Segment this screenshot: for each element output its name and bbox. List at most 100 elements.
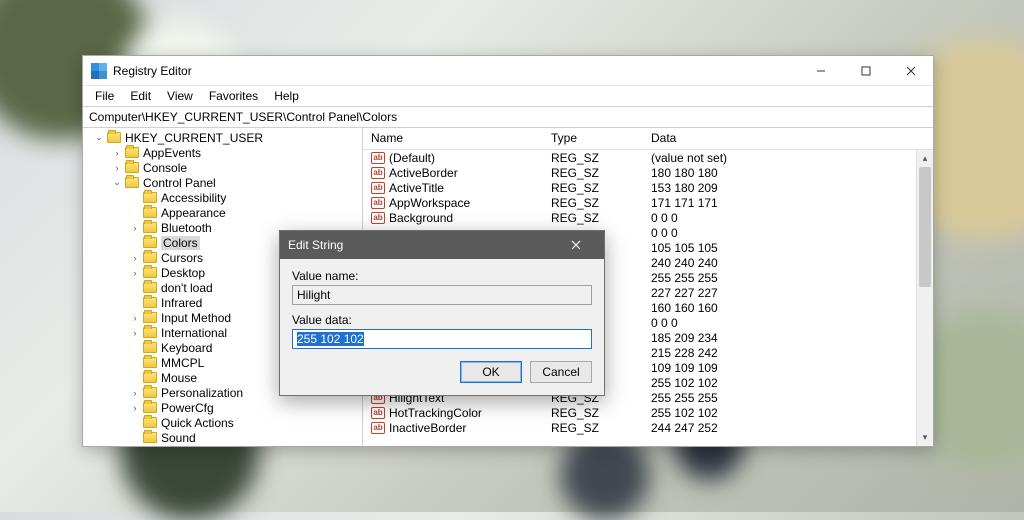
tree-item-label: Control Panel [143,176,216,190]
folder-icon [143,402,157,413]
tree-item-label: Console [143,161,187,175]
edit-string-dialog: Edit String Value name: Value data: 255 … [279,230,605,396]
value-data-cell: 185 209 234 [643,331,933,345]
ok-button[interactable]: OK [460,361,522,383]
tree-item[interactable]: Sound [87,430,362,445]
value-name-input[interactable] [292,285,592,305]
tree-item[interactable]: Accessibility [87,190,362,205]
scroll-up-button[interactable]: ▴ [917,150,933,167]
list-row[interactable]: ab(Default)REG_SZ(value not set) [363,150,933,165]
cancel-button[interactable]: Cancel [530,361,592,383]
string-value-icon: ab [371,407,385,419]
value-data-label: Value data: [292,313,592,327]
tree-item-label: Accessibility [161,191,226,205]
scroll-down-button[interactable]: ▾ [917,429,933,446]
menu-view[interactable]: View [159,87,201,105]
value-data-cell: 160 160 160 [643,301,933,315]
scroll-track[interactable] [917,167,933,429]
tree-item-label: Personalization [161,386,243,400]
menu-favorites[interactable]: Favorites [201,87,266,105]
folder-icon [143,297,157,308]
scroll-thumb[interactable] [919,167,931,287]
chevron-right-icon[interactable]: › [129,252,141,264]
value-data-cell: 153 180 209 [643,181,933,195]
tree-item-label: PowerCfg [161,401,214,415]
folder-icon [143,312,157,323]
value-data-cell: 255 255 255 [643,271,933,285]
col-header-type[interactable]: Type [543,128,643,149]
list-row[interactable]: abActiveBorderREG_SZ180 180 180 [363,165,933,180]
list-row[interactable]: abBackgroundREG_SZ0 0 0 [363,210,933,225]
string-value-icon: ab [371,182,385,194]
chevron-right-icon[interactable]: › [129,327,141,339]
list-row[interactable]: abHotTrackingColorREG_SZ255 102 102 [363,405,933,420]
tree-item-label: Appearance [161,206,226,220]
value-name-cell: ab HotTrackingColor [363,406,543,420]
chevron-down-icon[interactable]: ⌄ [93,132,105,144]
value-name-cell: abBackground [363,211,543,225]
folder-icon [143,387,157,398]
tree-item-label: Cursors [161,251,203,265]
value-data-cell: 105 105 105 [643,241,933,255]
value-data-cell: 171 171 171 [643,196,933,210]
value-data-input[interactable]: 255 102 102 [292,329,592,349]
menu-file[interactable]: File [87,87,122,105]
chevron-right-icon[interactable]: › [129,387,141,399]
chevron-right-icon[interactable]: › [129,402,141,414]
chevron-right-icon[interactable]: › [129,222,141,234]
address-bar[interactable]: Computer\HKEY_CURRENT_USER\Control Panel… [83,106,933,128]
string-value-icon: ab [371,197,385,209]
dialog-close-button[interactable] [556,234,596,256]
dialog-titlebar[interactable]: Edit String [280,231,604,259]
value-type-cell: REG_SZ [543,421,643,435]
folder-icon [125,162,139,173]
string-value-icon: ab [371,167,385,179]
chevron-right-icon[interactable]: › [111,162,123,174]
value-name-cell: abInactiveBorder [363,421,543,435]
value-data-cell: 0 0 0 [643,226,933,240]
address-path: Computer\HKEY_CURRENT_USER\Control Panel… [89,110,397,124]
string-value-icon: ab [371,152,385,164]
tree-item[interactable]: Appearance [87,205,362,220]
value-data-cell: 227 227 227 [643,286,933,300]
menubar: File Edit View Favorites Help [83,86,933,106]
folder-icon [107,132,121,143]
titlebar[interactable]: Registry Editor [83,56,933,86]
col-header-data[interactable]: Data [643,128,933,149]
value-data-cell: 0 0 0 [643,316,933,330]
maximize-button[interactable] [843,56,888,85]
chevron-right-icon[interactable]: › [129,267,141,279]
list-header[interactable]: Name Type Data [363,128,933,150]
menu-edit[interactable]: Edit [122,87,159,105]
tree-item-label: Bluetooth [161,221,212,235]
value-type-cell: REG_SZ [543,211,643,225]
value-name-cell: abAppWorkspace [363,196,543,210]
col-header-name[interactable]: Name [363,128,543,149]
tree-item[interactable]: › Console [87,160,362,175]
tree-item[interactable]: › PowerCfg [87,400,362,415]
vertical-scrollbar[interactable]: ▴ ▾ [916,150,933,446]
string-value-icon: ab [371,422,385,434]
minimize-button[interactable] [798,56,843,85]
folder-icon [143,417,157,428]
list-row[interactable]: abAppWorkspaceREG_SZ171 171 171 [363,195,933,210]
chevron-right-icon[interactable]: › [129,312,141,324]
menu-help[interactable]: Help [266,87,307,105]
folder-icon [143,192,157,203]
string-value-icon: ab [371,212,385,224]
value-data-cell: (value not set) [643,151,933,165]
value-type-cell: REG_SZ [543,181,643,195]
close-button[interactable] [888,56,933,85]
value-name-cell: ab(Default) [363,151,543,165]
value-name-text: HotTrackingColor [389,406,482,420]
tree-item[interactable]: ⌄ Control Panel [87,175,362,190]
window-title: Registry Editor [113,64,798,78]
tree-item[interactable]: ⌄HKEY_CURRENT_USER [87,130,362,145]
value-type-cell: REG_SZ [543,406,643,420]
chevron-down-icon[interactable]: ⌄ [111,177,123,189]
tree-item[interactable]: Quick Actions [87,415,362,430]
tree-item[interactable]: ›AppEvents [87,145,362,160]
list-row[interactable]: abInactiveBorderREG_SZ244 247 252 [363,420,933,435]
chevron-right-icon[interactable]: › [111,147,123,159]
list-row[interactable]: abActiveTitleREG_SZ153 180 209 [363,180,933,195]
